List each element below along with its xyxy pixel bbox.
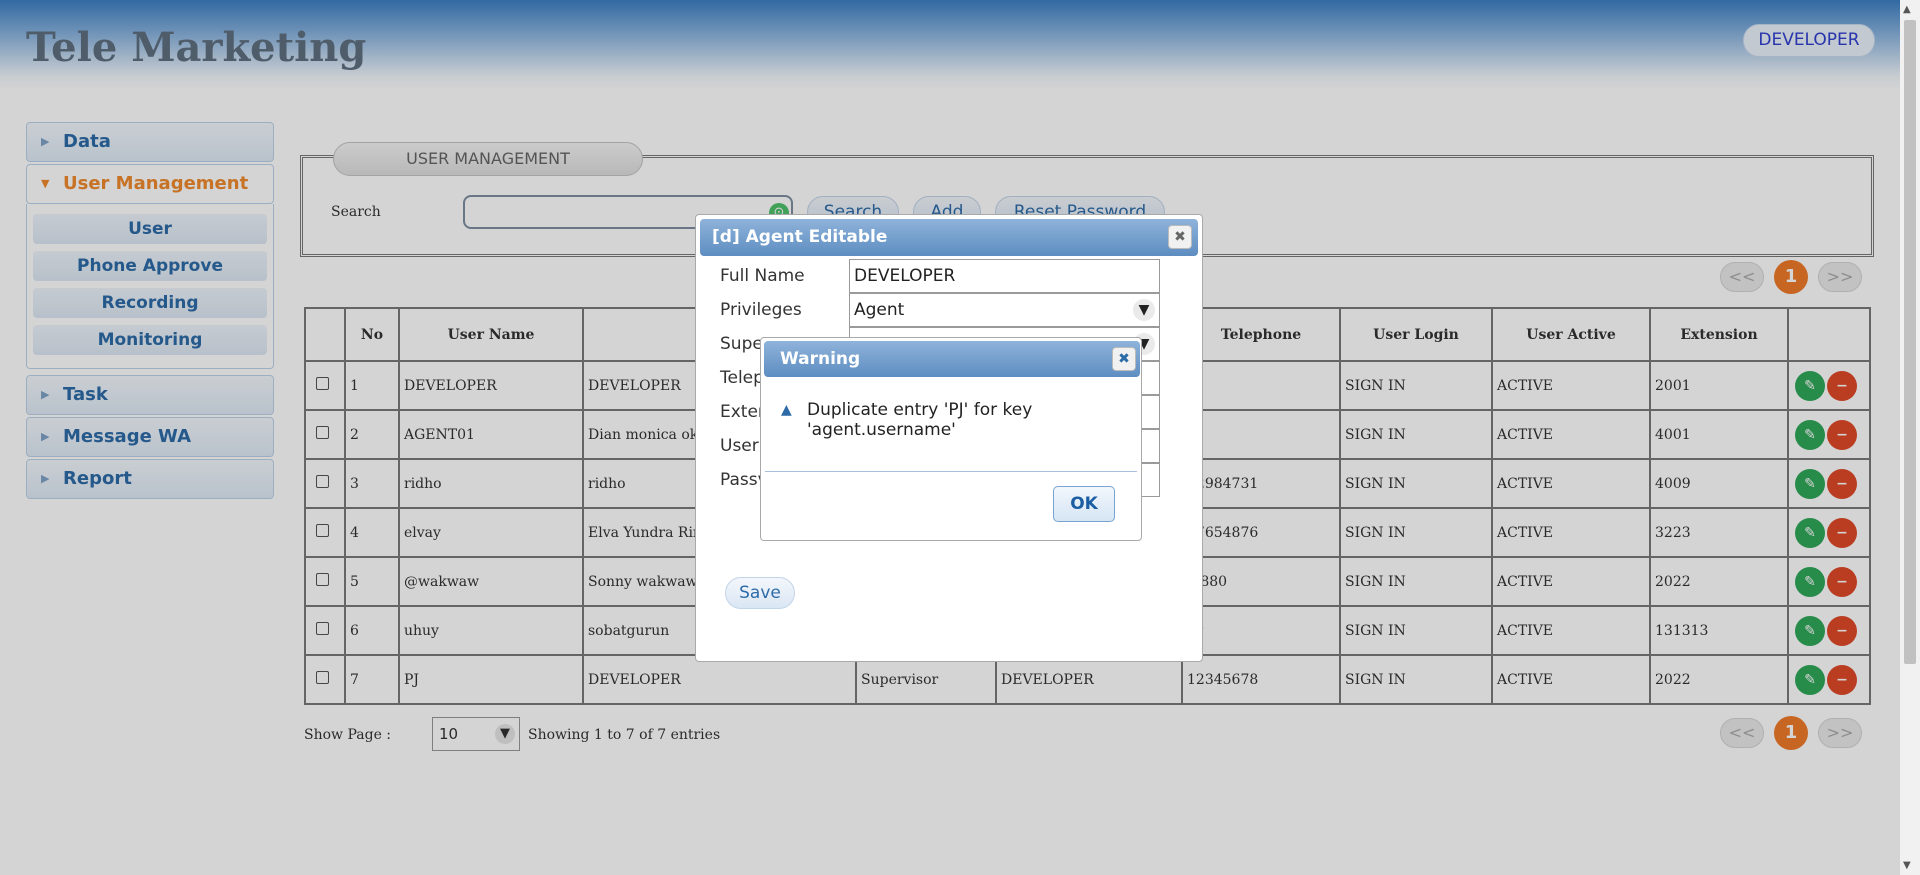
- warning-message: Duplicate entry 'PJ' for key 'agent.user…: [807, 400, 1033, 440]
- field-label: Privileges: [720, 300, 802, 320]
- field-label: Supe: [720, 334, 763, 354]
- warning-title-bar: Warning ✖: [764, 341, 1140, 377]
- chevron-down-icon[interactable]: ▼: [1133, 299, 1155, 321]
- close-icon[interactable]: ✖: [1112, 347, 1136, 371]
- field-label: Telep: [720, 368, 764, 388]
- dialog-title: [d] Agent Editable: [712, 227, 888, 247]
- warning-title: Warning: [780, 349, 861, 369]
- field-value: DEVELOPER: [854, 266, 956, 286]
- field-value: Agent: [854, 300, 905, 320]
- divider: [765, 471, 1137, 472]
- scroll-up-icon[interactable]: ▲: [1903, 4, 1911, 15]
- ok-button[interactable]: OK: [1053, 486, 1115, 522]
- field-label: Exter: [720, 402, 765, 422]
- field-label: Full Name: [720, 266, 805, 286]
- warning-dialog: Warning ✖ ▲ Duplicate entry 'PJ' for key…: [760, 337, 1142, 541]
- close-icon[interactable]: ✖: [1168, 225, 1192, 249]
- save-button[interactable]: Save: [725, 577, 795, 609]
- scrollbar-thumb[interactable]: [1904, 20, 1916, 664]
- field-input[interactable]: DEVELOPER: [849, 259, 1160, 293]
- scroll-down-icon[interactable]: ▼: [1903, 860, 1911, 871]
- field-input[interactable]: Agent ▼: [849, 293, 1160, 327]
- alert-icon: ▲: [781, 402, 792, 418]
- dialog-title-bar: [d] Agent Editable ✖: [700, 219, 1198, 256]
